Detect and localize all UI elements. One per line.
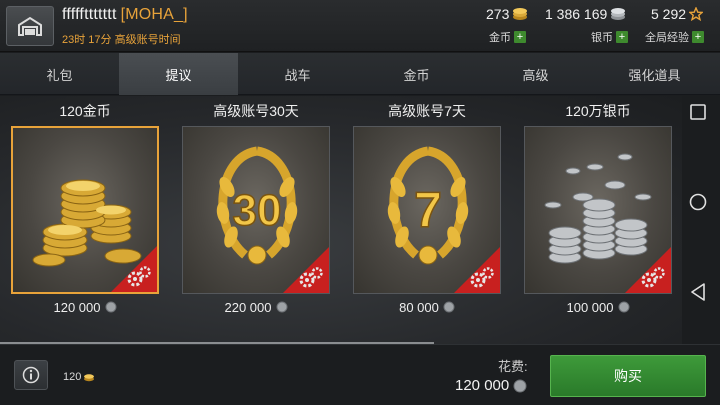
silver-coin-icon	[611, 8, 626, 20]
offer-price-value: 220 000	[224, 299, 272, 315]
shop-tabs: 礼包 提议 战车 金币 高级 强化道具	[0, 53, 720, 95]
garage-button[interactable]	[6, 6, 54, 46]
premium-time-remaining: 23时 17分 高级账号时间	[62, 34, 181, 46]
offer-price-value: 80 000	[399, 299, 439, 315]
silver-label: 银币	[591, 32, 613, 44]
xp-balance: 5 292	[651, 6, 704, 22]
player-name: fffffttttttt [MOHA_]	[62, 6, 188, 24]
info-icon	[22, 366, 40, 384]
gold-label: 金币	[489, 32, 511, 44]
square-icon	[690, 104, 706, 120]
silver-coin-icon	[276, 301, 287, 313]
gears-icon	[470, 267, 494, 288]
offer-price-value: 120 000	[53, 299, 101, 315]
offer-image[interactable]: 30	[182, 126, 330, 294]
selected-amount: 120	[63, 371, 95, 383]
home-button[interactable]	[686, 190, 710, 214]
circle-icon	[689, 193, 707, 211]
xp-label: 全局经验	[645, 32, 689, 44]
offer-price: 220 000	[182, 294, 330, 320]
offer-badge-number: 7	[414, 182, 442, 238]
offer-price-value: 100 000	[566, 299, 614, 315]
offer-title: 120金币	[59, 103, 111, 119]
offers-panel: 120金币 120 000 高级账号30天 30 220 000 高级账号7天 …	[0, 96, 682, 344]
gold-label-group: 金币 +	[489, 29, 526, 45]
back-button[interactable]	[686, 280, 710, 304]
gold-amount: 273	[486, 6, 510, 22]
offer-price: 100 000	[524, 294, 672, 320]
offer-image[interactable]	[524, 126, 672, 294]
buy-button[interactable]: 购买	[550, 355, 706, 397]
offer-card-gold[interactable]: 120金币 120 000	[11, 96, 159, 320]
xp-amount: 5 292	[651, 6, 687, 22]
gears-icon	[299, 267, 323, 288]
silver-balance: 1 386 169	[545, 6, 626, 22]
offer-price: 120 000	[11, 294, 159, 320]
tab-premium[interactable]: 高级	[476, 53, 595, 95]
offer-badge-number: 30	[233, 186, 282, 235]
silver-amount: 1 386 169	[545, 6, 608, 22]
offer-title: 高级账号7天	[388, 103, 466, 119]
silver-label-group: 银币 +	[591, 29, 628, 45]
gears-icon	[641, 267, 665, 288]
tab-vehicles[interactable]: 战车	[238, 53, 357, 95]
tab-offers[interactable]: 提议	[119, 53, 238, 95]
offer-card-silver[interactable]: 120万银币 100 000	[524, 96, 672, 320]
tab-gold[interactable]: 金币	[357, 53, 476, 95]
offer-title: 120万银币	[565, 103, 631, 119]
silver-coin-icon	[443, 301, 455, 313]
star-icon	[689, 7, 704, 21]
gears-icon	[127, 266, 151, 287]
info-button[interactable]	[14, 360, 48, 390]
gold-coin-icon	[513, 8, 528, 20]
cost-label: 花费:	[498, 359, 528, 374]
silver-coin-icon	[105, 301, 116, 313]
offer-price: 80 000	[353, 294, 501, 320]
player-nickname: fffffttttttt	[62, 6, 117, 23]
bottom-bar: 120 花费: 120 000 购买	[0, 344, 720, 405]
xp-label-group: 全局经验 +	[645, 29, 704, 45]
recent-apps-button[interactable]	[686, 100, 710, 124]
clan-tag: [MOHA_]	[120, 6, 188, 23]
gold-coin-icon	[84, 374, 95, 382]
tab-bundles[interactable]: 礼包	[0, 53, 119, 95]
offer-card-premium-30[interactable]: 高级账号30天 30 220 000	[182, 96, 330, 320]
gold-balance: 273	[486, 6, 528, 22]
add-gold-button[interactable]: +	[514, 31, 526, 43]
selected-amount-value: 120	[63, 371, 82, 383]
offer-image[interactable]	[11, 126, 159, 294]
offer-image[interactable]: 7	[353, 126, 501, 294]
silver-coin-icon	[618, 301, 629, 313]
add-silver-button[interactable]: +	[616, 31, 628, 43]
cost-total-value: 120 000	[455, 377, 510, 394]
cost-total: 120 000	[455, 377, 527, 394]
triangle-back-icon	[691, 283, 705, 301]
silver-coin-icon	[513, 379, 527, 392]
garage-icon	[18, 16, 42, 36]
offer-card-premium-7[interactable]: 高级账号7天 7 80 000	[353, 96, 501, 320]
tab-consumables[interactable]: 强化道具	[595, 53, 714, 95]
top-bar: fffffttttttt [MOHA_] 23时 17分 高级账号时间 273 金…	[0, 0, 720, 52]
add-xp-button[interactable]: +	[692, 31, 704, 43]
offer-title: 高级账号30天	[213, 103, 299, 119]
